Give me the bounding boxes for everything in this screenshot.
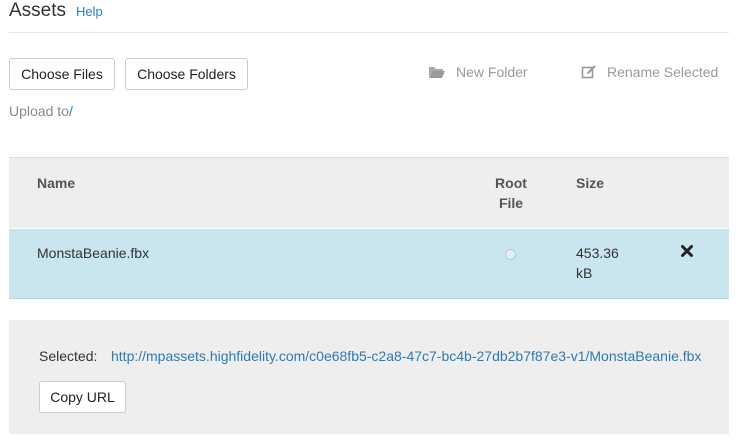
table-row[interactable]: MonstaBeanie.fbx 453.36 kB <box>9 229 729 299</box>
selected-file-panel: Selected: http://mpassets.highfidelity.c… <box>9 320 729 434</box>
file-size: 453.36 kB <box>576 243 636 283</box>
header-divider <box>9 32 729 33</box>
page-title: Assets <box>9 0 67 21</box>
column-header-size: Size <box>576 175 605 191</box>
column-header-name: Name <box>37 175 76 191</box>
file-size-value: 453.36 <box>576 245 619 261</box>
file-size-unit: kB <box>576 265 593 281</box>
upload-destination: Upload to/ <box>9 103 73 119</box>
copy-url-button[interactable]: Copy URL <box>39 381 126 413</box>
file-table-header: Name Root File Size <box>9 157 729 228</box>
new-folder-label: New Folder <box>456 64 528 80</box>
selected-url-link[interactable]: http://mpassets.highfidelity.com/c0e68fb… <box>111 348 701 364</box>
column-header-root-file: Root File <box>479 173 543 213</box>
upload-path-link[interactable]: / <box>69 103 73 119</box>
new-folder-button[interactable]: New Folder <box>428 64 528 80</box>
delete-icon[interactable] <box>680 244 694 258</box>
selected-label: Selected: <box>39 348 98 364</box>
folder-open-icon <box>429 67 445 78</box>
page-header: Assets Help <box>9 0 103 24</box>
root-file-radio[interactable] <box>505 249 516 260</box>
edit-icon <box>581 65 596 79</box>
root-file-header-line1: Root <box>495 175 527 191</box>
rename-selected-button[interactable]: Rename Selected <box>581 64 718 80</box>
choose-folders-button[interactable]: Choose Folders <box>125 58 248 90</box>
help-link[interactable]: Help <box>76 4 103 19</box>
root-file-header-line2: File <box>498 195 524 211</box>
choose-files-button[interactable]: Choose Files <box>9 58 115 90</box>
file-name: MonstaBeanie.fbx <box>37 245 150 261</box>
rename-selected-label: Rename Selected <box>607 64 719 80</box>
upload-to-label: Upload to <box>9 103 69 119</box>
